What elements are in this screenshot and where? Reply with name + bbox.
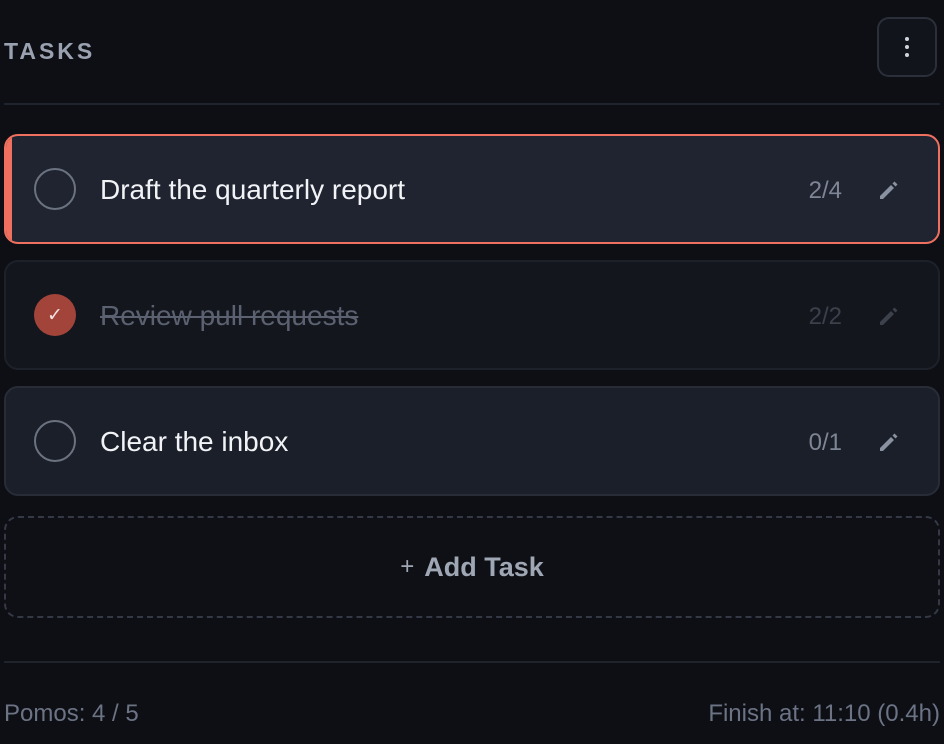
task-item[interactable]: ✓ Review pull requests 2/2	[4, 260, 940, 370]
header-divider	[4, 103, 940, 105]
more-vertical-icon	[905, 37, 909, 57]
task-title: Draft the quarterly report	[100, 174, 406, 205]
active-task-accent	[6, 136, 12, 242]
task-pomodoro-count: 2/4	[808, 177, 842, 204]
plus-icon: +	[400, 553, 415, 580]
more-options-button[interactable]	[877, 17, 937, 77]
footer-divider	[4, 661, 940, 663]
pencil-icon[interactable]	[874, 302, 902, 330]
task-pomodoro-count: 2/2	[808, 303, 842, 330]
add-task-button[interactable]: + Add Task	[4, 516, 940, 618]
task-title: Review pull requests	[100, 300, 359, 331]
tasks-panel: TASKS Draft the quarterly report 2/4 ✓ R…	[0, 0, 944, 744]
tasks-header: TASKS	[0, 16, 944, 82]
task-item[interactable]: Clear the inbox 0/1	[4, 386, 940, 496]
task-checkbox[interactable]	[34, 420, 76, 462]
pomos-summary: Pomos: 4 / 5	[4, 700, 139, 727]
task-checkbox[interactable]	[34, 168, 76, 210]
task-title: Clear the inbox	[100, 426, 289, 457]
task-pomodoro-count: 0/1	[808, 429, 842, 456]
task-checkbox-checked[interactable]: ✓	[34, 294, 76, 336]
pencil-icon[interactable]	[874, 428, 902, 456]
add-task-label: Add Task	[424, 551, 544, 582]
checkmark-icon: ✓	[47, 304, 63, 326]
finish-estimate: Finish at: 11:10 (0.4h)	[708, 700, 940, 727]
task-item[interactable]: Draft the quarterly report 2/4	[4, 134, 940, 244]
tasks-title: TASKS	[4, 38, 96, 64]
pencil-icon[interactable]	[874, 176, 902, 204]
